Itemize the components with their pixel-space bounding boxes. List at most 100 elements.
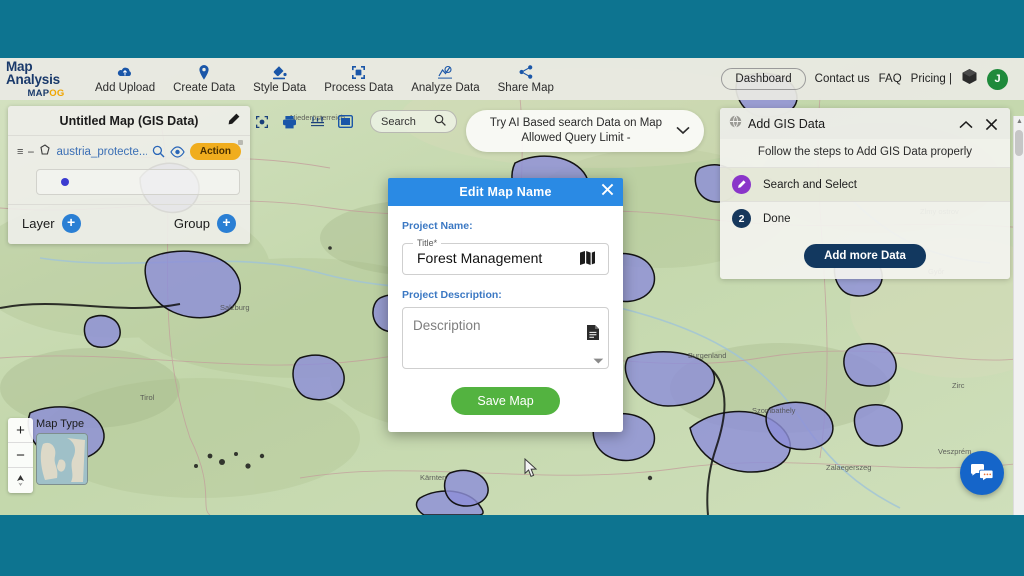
avatar[interactable]: J (987, 69, 1008, 90)
brand-title: Map Analysis (6, 60, 86, 87)
brand-logo[interactable]: Map Analysis MAPOG (0, 60, 86, 99)
nav-item-process-data[interactable]: Process Data (315, 65, 402, 94)
layer-name[interactable]: austria_protecte... (56, 146, 146, 158)
project-description-label: Project Description: (402, 289, 609, 301)
map-toolbar: Search (255, 110, 457, 133)
eye-icon[interactable] (170, 146, 185, 158)
layer-panel-header: Untitled Map (GIS Data) (8, 106, 250, 136)
add-layer-group[interactable]: Layer + (22, 214, 81, 233)
gis-step-search-and-select[interactable]: Search and Select (720, 167, 1010, 201)
scrollbar-thumb[interactable] (1015, 130, 1023, 156)
svg-text:Burgenland: Burgenland (688, 351, 726, 360)
add-gis-data-panel: Add GIS Data Follow the steps to Add GIS… (720, 108, 1010, 279)
print-icon[interactable] (282, 115, 297, 129)
layer-row[interactable]: ≡ − austria_protecte... Action (8, 136, 250, 163)
dialog-title: Edit Map Name (459, 185, 551, 199)
minus-icon[interactable]: − (27, 145, 34, 159)
map-type-thumbnail[interactable] (36, 433, 88, 485)
layer-style-swatch[interactable] (36, 169, 240, 195)
ai-search-bar[interactable]: Try AI Based search Data on Map Allowed … (466, 110, 704, 152)
gis-panel-footer: Add more Data (720, 235, 1010, 279)
gis-panel-header: Add GIS Data (720, 108, 1010, 139)
title-input[interactable]: Forest Management (411, 250, 579, 266)
nav-label: Process Data (324, 82, 393, 94)
drag-handle-icon[interactable]: ≡ (17, 146, 22, 158)
nav-item-add-upload[interactable]: Add Upload (86, 65, 164, 94)
zoom-in-button[interactable]: + (8, 418, 33, 443)
zoom-controls[interactable]: + − (8, 418, 33, 493)
search-icon[interactable] (434, 114, 446, 129)
app-viewport: Niederösterreich Burgenland Szombathely … (0, 58, 1024, 515)
dialog-body: Project Name: Title* Forest Management P… (388, 206, 623, 375)
dashboard-button[interactable]: Dashboard (721, 68, 805, 90)
map-type-control[interactable]: Map Type (36, 418, 92, 485)
rectangle-select-icon[interactable] (338, 115, 353, 128)
dialog-header: Edit Map Name (388, 178, 623, 206)
search-icon[interactable] (152, 145, 165, 158)
faq-link[interactable]: FAQ (879, 73, 902, 85)
description-field[interactable]: Description ◢ (402, 307, 609, 369)
gis-step-done[interactable]: 2 Done (720, 201, 1010, 235)
nav-label: Share Map (498, 82, 554, 94)
nav-item-analyze-data[interactable]: Analyze Data (402, 65, 488, 94)
gis-panel-subtitle: Follow the steps to Add GIS Data properl… (720, 139, 1010, 167)
svg-text:Veszprém: Veszprém (938, 447, 971, 456)
layer-panel-footer: Layer + Group + (8, 204, 250, 244)
nav-item-create-data[interactable]: Create Data (164, 65, 244, 94)
add-group-group[interactable]: Group + (174, 214, 236, 233)
svg-text:Kärnten: Kärnten (420, 473, 446, 482)
pencil-icon[interactable] (227, 113, 240, 129)
compass-icon[interactable] (8, 468, 33, 493)
map-type-label: Map Type (36, 418, 92, 430)
title-legend: Title* (413, 238, 441, 248)
process-transform-icon (351, 65, 366, 80)
chat-button[interactable] (960, 451, 1004, 495)
save-map-button[interactable]: Save Map (451, 387, 559, 415)
contact-us-link[interactable]: Contact us (815, 73, 870, 85)
gis-step-label: Search and Select (763, 179, 857, 191)
chevron-up-icon[interactable] (956, 120, 976, 129)
close-icon[interactable] (982, 118, 1001, 131)
step-badge-2: 2 (732, 209, 751, 228)
ai-search-line1: Try AI Based search Data on Map (480, 116, 672, 131)
close-icon[interactable] (601, 183, 614, 201)
gis-step-label: Done (763, 213, 791, 225)
ai-search-text: Try AI Based search Data on Map Allowed … (480, 116, 672, 146)
top-navigation-bar: Map Analysis MAPOG Add Upload Create Dat… (0, 58, 1024, 100)
map-search-placeholder: Search (381, 116, 416, 128)
brand-subtitle: MAPOG (6, 89, 86, 99)
edit-map-name-dialog: Edit Map Name Project Name: Title* Fores… (388, 178, 623, 432)
title-field[interactable]: Title* Forest Management (402, 238, 609, 275)
nav-item-style-data[interactable]: Style Data (244, 65, 315, 94)
fullscreen-target-icon[interactable] (255, 115, 269, 129)
scroll-up-arrow[interactable]: ▲ (1016, 118, 1023, 125)
share-icon (519, 65, 533, 80)
map-search-pill[interactable]: Search (370, 110, 457, 133)
document-icon (586, 324, 600, 346)
ai-search-line2: Allowed Query Limit - (480, 131, 672, 146)
cloud-upload-icon (117, 65, 133, 80)
add-layer-button[interactable]: + (62, 214, 81, 233)
chevron-down-icon[interactable] (672, 122, 694, 140)
nav-label: Add Upload (95, 82, 155, 94)
step-badge-pencil-icon (732, 175, 751, 194)
layer-action-button[interactable]: Action (190, 143, 241, 160)
nav-item-share-map[interactable]: Share Map (489, 65, 563, 94)
pricing-link[interactable]: Pricing | (911, 73, 952, 85)
cube-icon[interactable] (961, 68, 978, 90)
nav-right-group: Dashboard Contact us FAQ Pricing | J (721, 68, 1024, 90)
svg-text:Szombathely: Szombathely (752, 406, 796, 415)
group-button-label: Group (174, 216, 210, 231)
add-group-button[interactable]: + (217, 214, 236, 233)
globe-icon (729, 115, 742, 133)
page-title: Untitled Map (GIS Data) (60, 114, 199, 128)
svg-text:Salzburg: Salzburg (220, 303, 250, 312)
nav-label: Style Data (253, 82, 306, 94)
vertical-scrollbar[interactable]: ▲ ▼ (1013, 116, 1024, 515)
measure-icon[interactable] (310, 115, 325, 128)
layer-button-label: Layer (22, 216, 55, 231)
nav-items: Add Upload Create Data Style Data Proces… (86, 65, 563, 94)
project-name-label: Project Name: (402, 220, 609, 232)
add-more-data-button[interactable]: Add more Data (804, 244, 926, 268)
zoom-out-button[interactable]: − (8, 443, 33, 468)
